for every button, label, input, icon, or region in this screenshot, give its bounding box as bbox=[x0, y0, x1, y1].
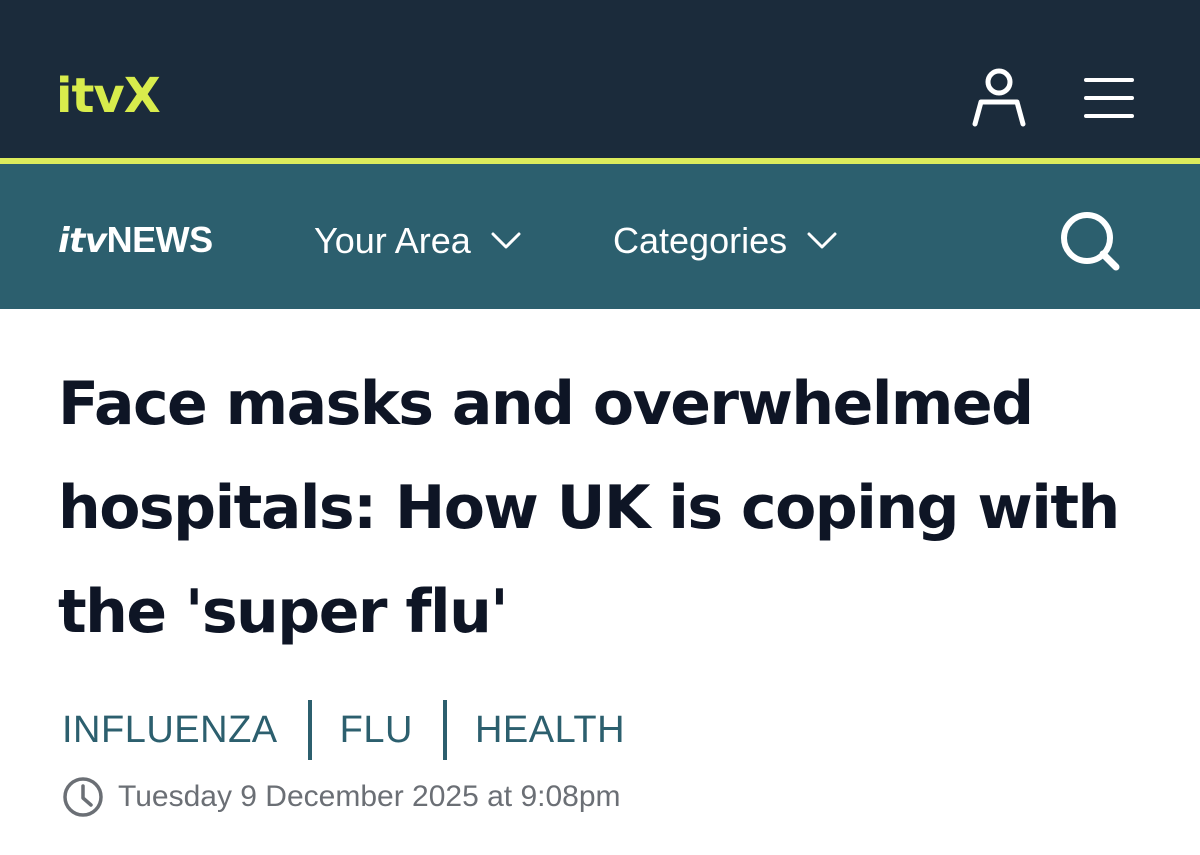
itv-news-logo-itv: itv bbox=[58, 221, 107, 261]
tag-influenza[interactable]: INFLUENZA bbox=[62, 702, 278, 758]
article-tags: INFLUENZA FLU HEALTH bbox=[62, 700, 625, 760]
chevron-down-icon bbox=[807, 232, 837, 249]
itvx-logo-x: X bbox=[123, 68, 161, 124]
your-area-dropdown[interactable]: Your Area bbox=[314, 216, 521, 266]
your-area-label: Your Area bbox=[314, 220, 471, 261]
itv-news-logo-news: NEWS bbox=[106, 219, 214, 260]
news-nav-bar: itvNEWS Your Area Categories bbox=[0, 164, 1200, 309]
account-icon[interactable] bbox=[968, 68, 1030, 128]
itv-news-logo[interactable]: itvNEWS bbox=[58, 214, 213, 267]
top-header: itvX bbox=[0, 0, 1200, 158]
itvx-logo-text: itv bbox=[56, 68, 125, 124]
categories-dropdown[interactable]: Categories bbox=[613, 216, 837, 266]
tag-divider bbox=[307, 700, 312, 760]
tag-flu[interactable]: FLU bbox=[340, 702, 413, 758]
search-icon[interactable] bbox=[1058, 209, 1122, 273]
publish-date-text: Tuesday 9 December 2025 at 9:08pm bbox=[118, 780, 621, 813]
tag-health[interactable]: HEALTH bbox=[475, 702, 625, 758]
itvx-logo[interactable]: itvX bbox=[56, 66, 161, 126]
categories-label: Categories bbox=[613, 220, 788, 261]
tag-divider bbox=[442, 700, 447, 760]
clock-icon bbox=[63, 777, 103, 817]
article-headline: Face masks and overwhelmed hospitals: Ho… bbox=[58, 369, 1120, 647]
menu-icon[interactable] bbox=[1084, 76, 1136, 120]
chevron-down-icon bbox=[491, 232, 521, 249]
publish-date: Tuesday 9 December 2025 at 9:08pm bbox=[62, 776, 621, 818]
